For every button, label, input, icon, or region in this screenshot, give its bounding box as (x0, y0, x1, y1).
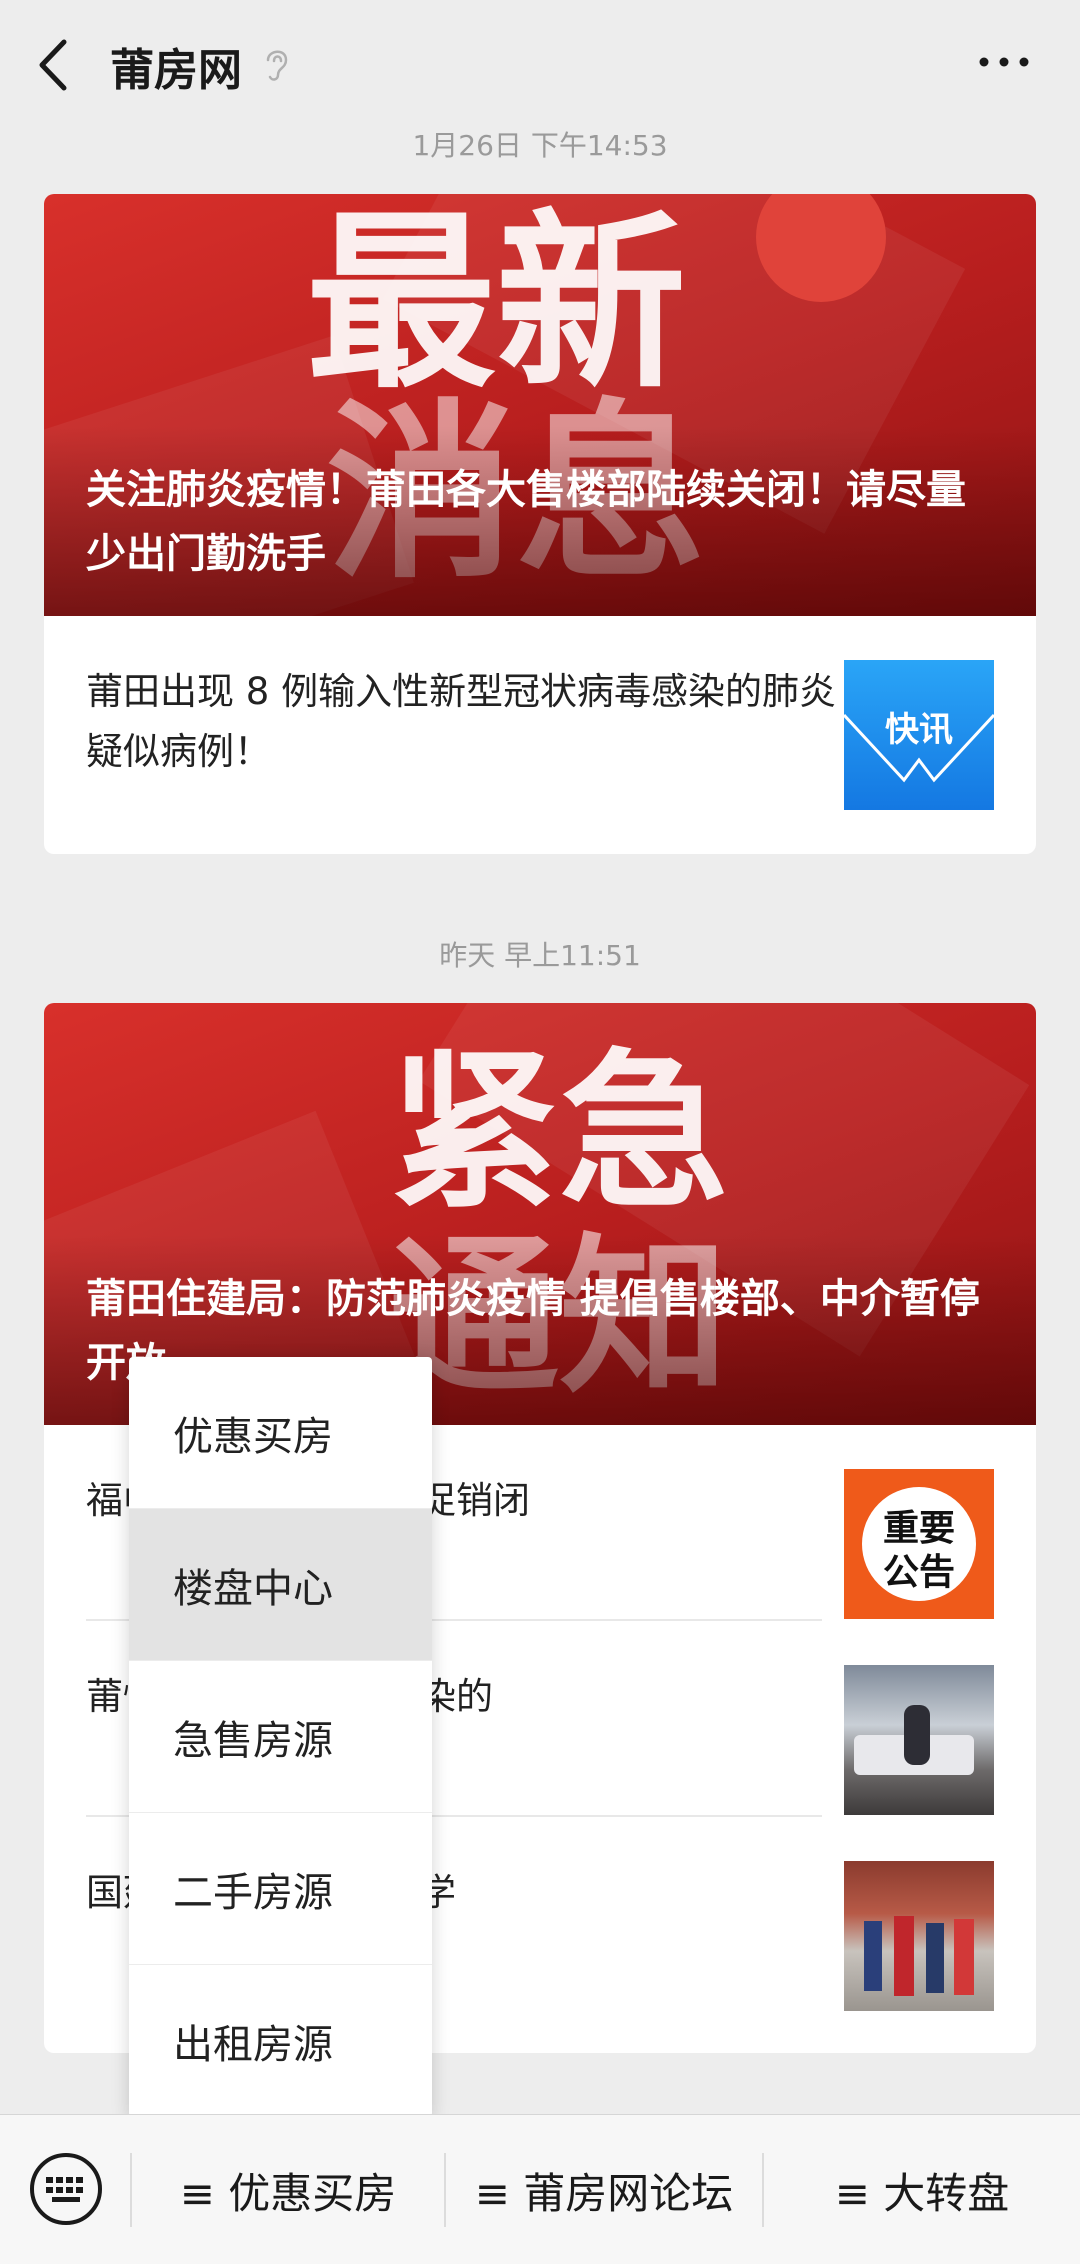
message-timestamp: 1月26日 下午14:53 (412, 129, 668, 162)
menu-item-urgent-sale[interactable]: 急售房源 (129, 1661, 432, 1813)
bottom-menu-bar: ≡ 优惠买房 ≡ 莆房网论坛 ≡ 大转盘 (0, 2114, 1080, 2264)
more-options-icon[interactable] (974, 52, 1034, 72)
article-card: 最新 消息 关注肺炎疫情！莆田各大售楼部陆续关闭！请尽量少出门勤洗手 莆田出现 … (44, 194, 1036, 854)
menu-item-property-center[interactable]: 楼盘中心 (129, 1509, 432, 1661)
popup-menu: 优惠买房 楼盘中心 急售房源 二手房源 出租房源 (129, 1357, 432, 2117)
article-title[interactable]: 莆田出现 8 例输入性新型冠状病毒感染的肺炎疑似病例！ (86, 662, 866, 782)
banner-title-line-1: 最新 (306, 194, 687, 414)
article-thumbnail[interactable] (844, 1665, 994, 1815)
menu-item-rental[interactable]: 出租房源 (129, 1965, 432, 2117)
article-thumbnail[interactable] (844, 1861, 994, 2011)
thumbnail-label: 快讯 (885, 710, 953, 750)
header: 莆房网 (0, 0, 1080, 130)
thumbnail-label: 公告 (882, 1552, 955, 1593)
list-item[interactable]: 莆田出现 8 例输入性新型冠状病毒感染的肺炎疑似病例！ 快讯 (44, 616, 1036, 854)
article-thumbnail[interactable]: 快讯 (842, 660, 996, 810)
keyboard-icon[interactable] (28, 2151, 104, 2227)
back-arrow-icon[interactable] (30, 30, 80, 100)
ear-icon (266, 50, 288, 81)
article-thumbnail[interactable]: 重要 公告 (844, 1469, 994, 1619)
bottom-tab-forum[interactable]: ≡ 莆房网论坛 (446, 2115, 762, 2264)
menu-item-discount-buy[interactable]: 优惠买房 (129, 1357, 432, 1509)
bottom-tab-discount-buy[interactable]: ≡ 优惠买房 (132, 2115, 444, 2264)
article-banner[interactable]: 最新 消息 关注肺炎疫情！莆田各大售楼部陆续关闭！请尽量少出门勤洗手 (44, 194, 1036, 616)
banner-title-line-1: 紧急 (389, 1034, 730, 1232)
message-timestamp: 昨天 早上11:51 (439, 939, 641, 972)
article-headline[interactable]: 关注肺炎疫情！莆田各大售楼部陆续关闭！请尽量少出门勤洗手 (86, 458, 996, 586)
menu-item-second-hand[interactable]: 二手房源 (129, 1813, 432, 1965)
page-title: 莆房网 (110, 45, 242, 96)
bottom-tab-lucky-wheel[interactable]: ≡ 大转盘 (764, 2115, 1080, 2264)
